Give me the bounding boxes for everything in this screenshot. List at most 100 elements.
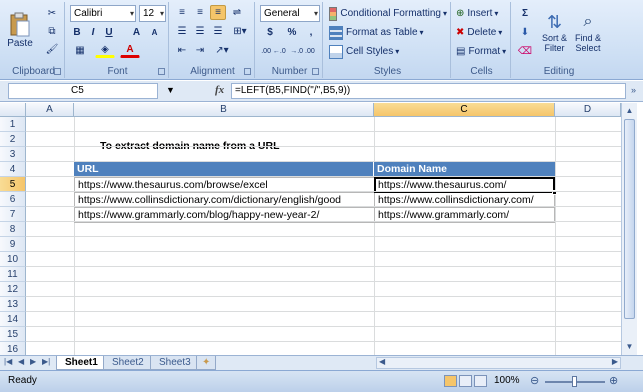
sheet-tab-2[interactable]: Sheet2 [103, 356, 153, 370]
paste-button[interactable]: Paste [5, 4, 35, 56]
normal-view-icon[interactable] [444, 375, 457, 387]
fill-icon[interactable]: ⬇ [515, 24, 535, 40]
column-header-d[interactable]: D [555, 103, 621, 117]
gridline [26, 161, 621, 162]
insert-sheet-icon[interactable]: ✦ [196, 356, 217, 370]
grow-font-button[interactable]: A [129, 25, 144, 40]
format-painter-icon[interactable]: 🖌 [43, 41, 61, 57]
row-header-6[interactable]: 6 [0, 192, 26, 207]
horizontal-scrollbar[interactable]: ◀ ▶ [376, 357, 621, 369]
row-header-12[interactable]: 12 [0, 282, 26, 297]
align-right-icon[interactable]: ☰ [210, 24, 226, 39]
page-break-view-icon[interactable] [474, 375, 487, 387]
scroll-right-icon[interactable]: ▶ [612, 357, 618, 366]
font-size-box[interactable]: 12 ▾ [139, 5, 166, 22]
scroll-left-icon[interactable]: ◀ [379, 357, 385, 366]
borders-icon[interactable]: ▦ [70, 43, 90, 58]
row-header-15[interactable]: 15 [0, 327, 26, 342]
row-header-3[interactable]: 3 [0, 147, 26, 162]
delete-button[interactable]: ✖ Delete ▾ [455, 24, 509, 41]
number-format-box[interactable]: General ▾ [260, 5, 320, 22]
name-box-dropdown-icon[interactable]: ▼ [166, 85, 175, 95]
font-name-box[interactable]: Calibri ▾ [70, 5, 136, 22]
vertical-scrollbar[interactable]: ▲ ▼ [621, 103, 637, 355]
underline-button[interactable]: U [102, 25, 116, 40]
header-cell-domain[interactable]: Domain Name [374, 162, 555, 177]
increase-indent-icon[interactable]: ⇥ [192, 43, 208, 58]
scroll-up-icon[interactable]: ▲ [623, 104, 636, 117]
row-header-7[interactable]: 7 [0, 207, 26, 222]
orientation-icon[interactable]: ↗▾ [211, 43, 233, 58]
align-left-icon[interactable]: ☰ [174, 24, 190, 39]
align-middle-icon[interactable]: ≡ [192, 5, 208, 20]
row-header-13[interactable]: 13 [0, 297, 26, 312]
number-launcher[interactable] [312, 68, 319, 75]
autosum-button[interactable]: Σ [515, 5, 535, 21]
row-header-14[interactable]: 14 [0, 312, 26, 327]
column-header-b[interactable]: B [74, 103, 374, 117]
select-all-corner[interactable] [0, 103, 26, 117]
conditional-formatting-button[interactable]: Conditional Formatting ▾ [328, 5, 448, 22]
formula-input[interactable]: =LEFT(B5,FIND("/",B5,9)) [231, 83, 626, 99]
name-box[interactable]: C5 [8, 83, 158, 99]
cell-styles-button[interactable]: Cell Styles ▾ [328, 43, 408, 60]
row-header-9[interactable]: 9 [0, 237, 26, 252]
copy-icon[interactable]: ⧉ [43, 23, 61, 39]
align-center-icon[interactable]: ☰ [192, 24, 208, 39]
wrap-text-icon[interactable]: ⇌ [229, 5, 245, 20]
merge-center-icon[interactable]: ⊞▾ [229, 24, 251, 39]
column-header-a[interactable]: A [26, 103, 74, 117]
row-header-5[interactable]: 5 [0, 177, 26, 192]
row-header-1[interactable]: 1 [0, 117, 26, 132]
comma-button[interactable]: , [304, 25, 318, 40]
row-header-4[interactable]: 4 [0, 162, 26, 177]
zoom-slider-knob[interactable] [572, 376, 577, 387]
expand-formula-icon[interactable]: » [631, 85, 636, 95]
header-cell-url[interactable]: URL [74, 162, 374, 177]
zoom-in-icon[interactable]: ⊕ [609, 374, 618, 387]
scroll-down-icon[interactable]: ▼ [623, 340, 636, 353]
sort-filter-button[interactable]: ⇅ Sort & Filter [538, 5, 571, 59]
percent-button[interactable]: % [284, 25, 300, 40]
decrease-indent-icon[interactable]: ⇤ [174, 43, 190, 58]
gridline [26, 281, 621, 282]
clipboard-launcher[interactable] [54, 68, 61, 75]
row-header-2[interactable]: 2 [0, 132, 26, 147]
italic-button[interactable]: I [86, 25, 100, 40]
cut-icon[interactable]: ✂ [43, 5, 61, 21]
prev-sheet-icon[interactable]: ◀ [18, 357, 24, 366]
clear-icon[interactable]: ⌫ [515, 43, 535, 59]
worksheet-grid[interactable]: A B C D To extract domain name from a UR… [0, 103, 621, 355]
shrink-font-button[interactable]: A [147, 25, 162, 40]
next-sheet-icon[interactable]: ▶ [30, 357, 36, 366]
fx-icon[interactable]: fx [215, 84, 224, 96]
row-header-8[interactable]: 8 [0, 222, 26, 237]
row-header-16[interactable]: 16 [0, 342, 26, 355]
find-select-button[interactable]: ⌕ Find & Select [572, 5, 604, 59]
decrease-decimal-button[interactable]: →.0 .00 [289, 44, 316, 59]
vertical-scroll-thumb[interactable] [624, 119, 635, 319]
gridline [26, 221, 621, 222]
page-layout-view-icon[interactable] [459, 375, 472, 387]
row-header-10[interactable]: 10 [0, 252, 26, 267]
sheet-tab-3[interactable]: Sheet3 [150, 356, 200, 370]
align-top-icon[interactable]: ≡ [174, 5, 190, 20]
format-as-table-button[interactable]: Format as Table ▾ [328, 24, 428, 41]
sheet-tab-1[interactable]: Sheet1 [56, 356, 107, 370]
font-color-icon[interactable]: A [120, 43, 140, 58]
increase-decimal-button[interactable]: .00 ←.0 [260, 44, 287, 59]
row-header-11[interactable]: 11 [0, 267, 26, 282]
zoom-level[interactable]: 100% [494, 375, 520, 386]
column-header-c[interactable]: C [374, 103, 555, 117]
last-sheet-icon[interactable]: ▶| [42, 357, 50, 366]
format-button[interactable]: ▤ Format ▾ [455, 43, 509, 60]
zoom-out-icon[interactable]: ⊖ [530, 374, 539, 387]
font-launcher[interactable] [158, 68, 165, 75]
bold-button[interactable]: B [70, 25, 84, 40]
first-sheet-icon[interactable]: |◀ [4, 357, 12, 366]
currency-button[interactable]: $ [260, 25, 280, 40]
align-bottom-icon[interactable]: ≡ [210, 5, 226, 20]
insert-button[interactable]: ⊕ Insert ▾ [455, 5, 509, 22]
fill-color-icon[interactable]: ◈ [95, 43, 115, 58]
alignment-launcher[interactable] [244, 68, 251, 75]
